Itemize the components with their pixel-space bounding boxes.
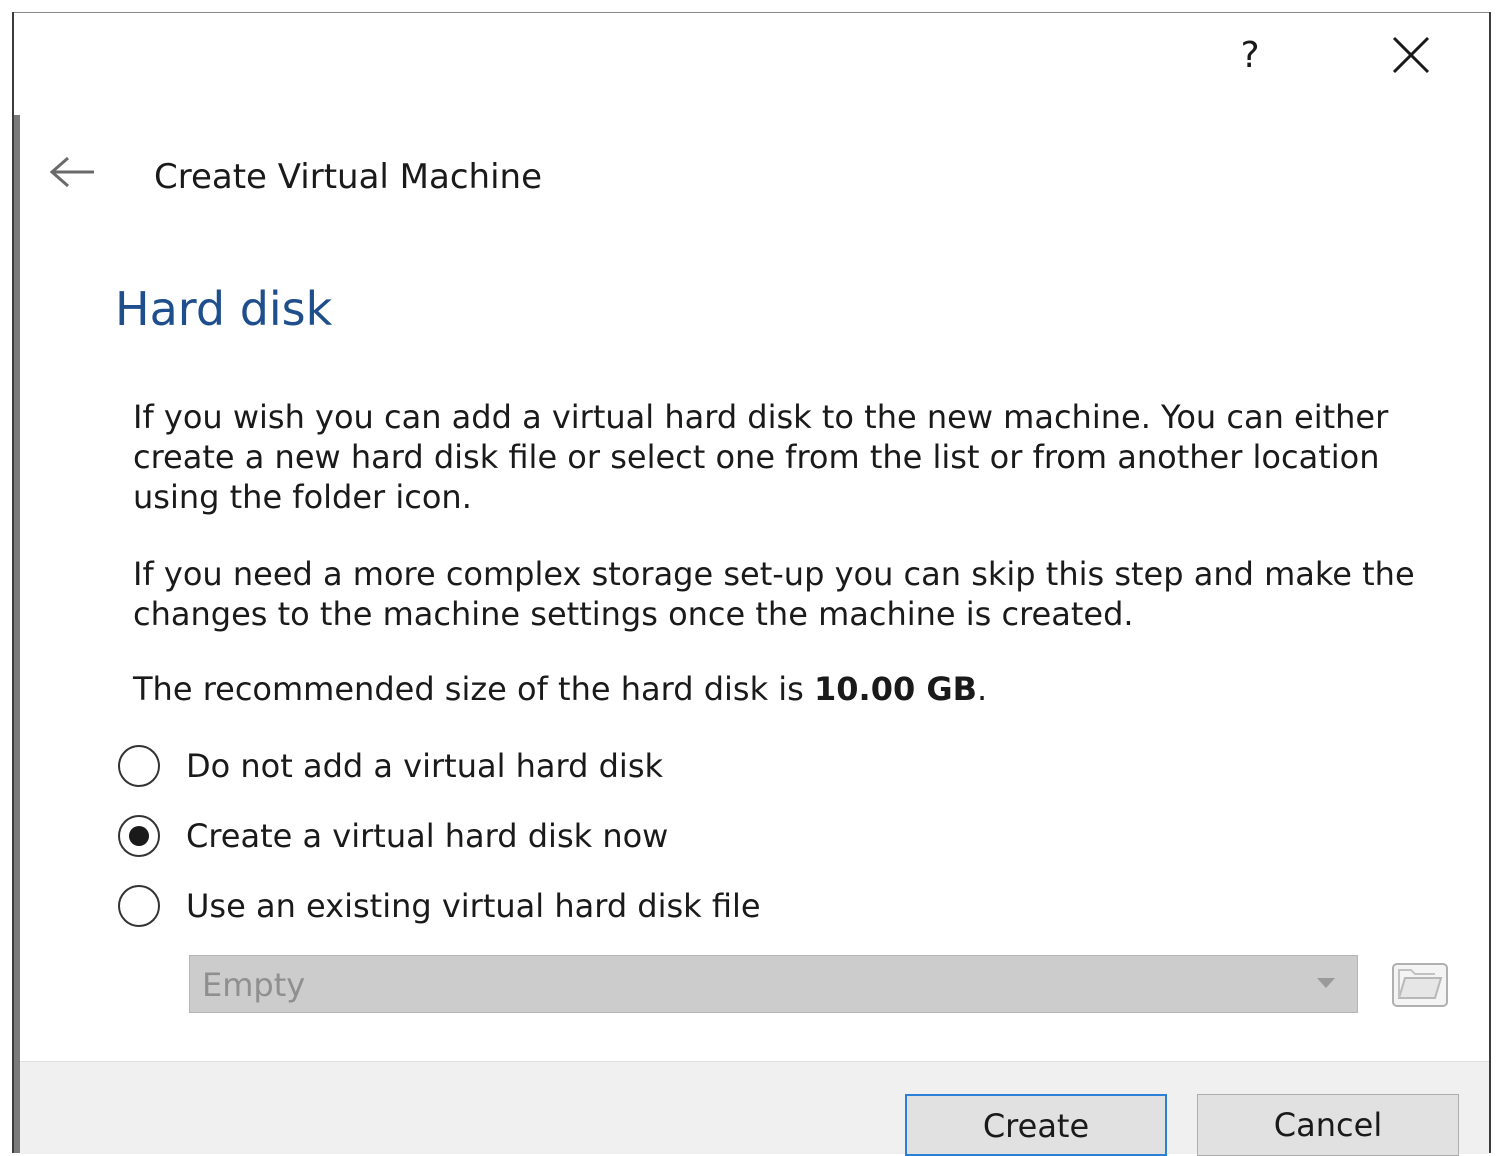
question-mark-icon: ? xyxy=(1240,35,1260,76)
radio-button-create-disk[interactable] xyxy=(118,815,160,857)
disk-file-select-value: Empty xyxy=(202,966,306,1004)
disk-file-select[interactable]: Empty xyxy=(189,955,1358,1013)
create-button[interactable]: Create xyxy=(905,1094,1167,1156)
close-button[interactable] xyxy=(1382,28,1442,84)
recommended-prefix: The recommended size of the hard disk is xyxy=(133,670,814,708)
outer-margin xyxy=(0,0,12,1153)
radio-button-no-disk[interactable] xyxy=(118,745,160,787)
intro-paragraph: If you wish you can add a virtual hard d… xyxy=(133,398,1389,516)
recommended-size-value: 10.00 GB xyxy=(814,670,978,708)
chevron-down-icon xyxy=(1317,978,1335,988)
back-arrow-icon xyxy=(49,156,94,188)
storage-paragraph: If you need a more complex storage set-u… xyxy=(133,555,1415,633)
back-button[interactable] xyxy=(44,150,104,196)
cancel-button[interactable]: Cancel xyxy=(1197,1094,1459,1156)
radio-label-no-disk: Do not add a virtual hard disk xyxy=(186,747,664,785)
folder-icon xyxy=(1392,963,1448,1007)
recommended-size-text: The recommended size of the hard disk is… xyxy=(133,669,1463,709)
help-button[interactable]: ? xyxy=(1220,30,1280,82)
recommended-suffix: . xyxy=(977,670,988,708)
window-title: Create Virtual Machine xyxy=(154,157,543,197)
window-border-top xyxy=(12,12,1490,13)
radio-create-disk[interactable]: Create a virtual hard disk now xyxy=(118,811,668,861)
window-border-right xyxy=(1489,12,1491,1153)
radio-label-existing-disk: Use an existing virtual hard disk file xyxy=(186,887,761,925)
choose-disk-file-button[interactable] xyxy=(1391,958,1449,1010)
radio-existing-disk[interactable]: Use an existing virtual hard disk file xyxy=(118,881,761,931)
radio-no-disk[interactable]: Do not add a virtual hard disk xyxy=(118,741,663,791)
close-icon xyxy=(1392,36,1430,74)
radio-button-existing-disk[interactable] xyxy=(118,885,160,927)
page-heading: Hard disk xyxy=(115,282,333,336)
radio-label-create-disk: Create a virtual hard disk now xyxy=(186,817,669,855)
window-edge-shadow xyxy=(14,115,20,1153)
